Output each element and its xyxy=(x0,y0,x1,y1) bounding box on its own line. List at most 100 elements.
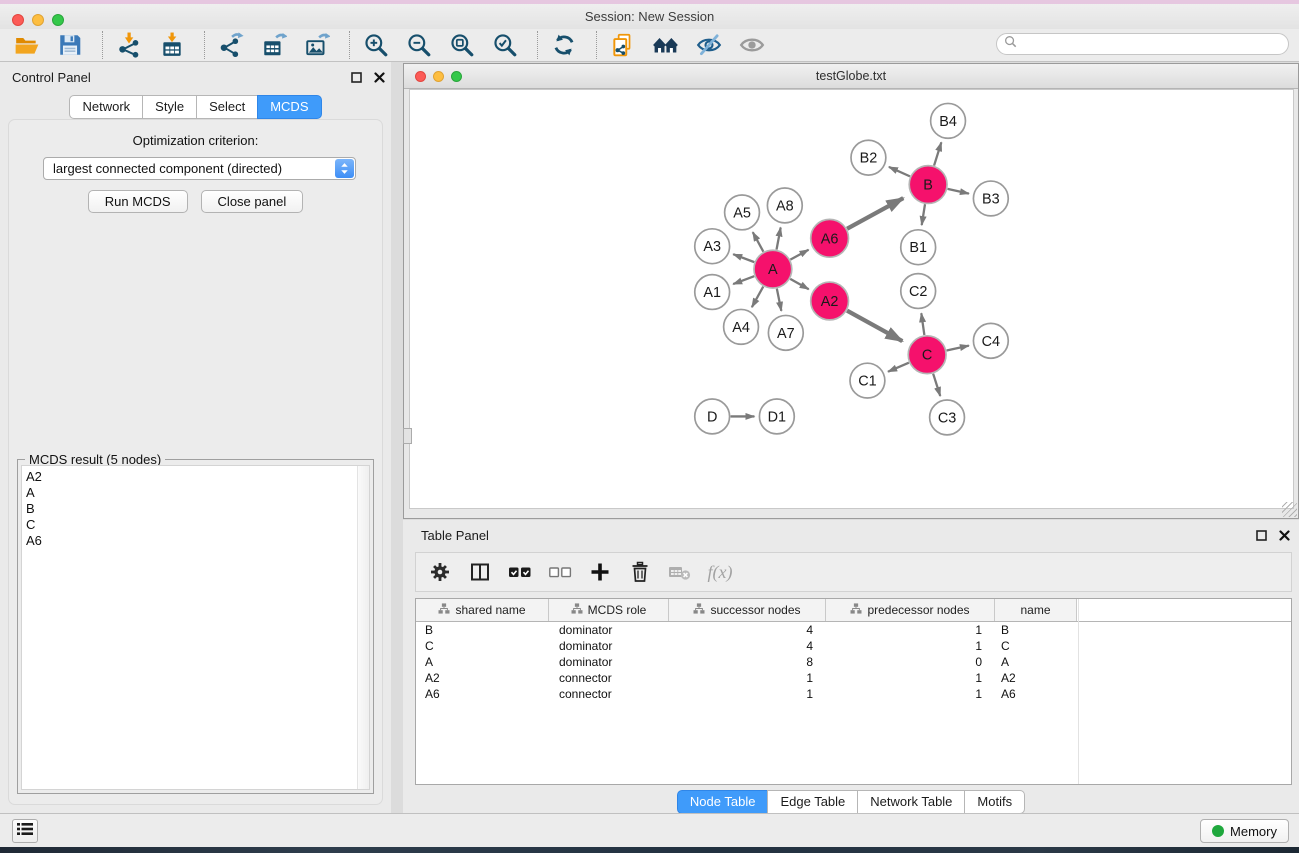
cell-predecessor-nodes[interactable]: 1 xyxy=(826,623,995,637)
hide-panel-icon[interactable] xyxy=(694,30,724,60)
float-table-panel-icon[interactable] xyxy=(1254,528,1268,542)
cell-predecessor-nodes[interactable]: 1 xyxy=(826,671,995,685)
home-icon[interactable] xyxy=(651,30,681,60)
graph-node-A7[interactable]: A7 xyxy=(768,315,803,350)
mcds-result-item[interactable]: A xyxy=(26,485,369,501)
cell-mcds-role[interactable]: dominator xyxy=(549,623,669,637)
graph-node-A[interactable]: A xyxy=(754,250,792,288)
graph-node-A4[interactable]: A4 xyxy=(724,309,759,344)
cell-name[interactable]: B xyxy=(995,623,1077,637)
mcds-result-item[interactable]: B xyxy=(26,501,369,517)
float-panel-icon[interactable] xyxy=(349,70,363,84)
export-table-icon[interactable] xyxy=(259,30,289,60)
zoom-fit-icon[interactable] xyxy=(447,30,477,60)
cell-predecessor-nodes[interactable]: 0 xyxy=(826,655,995,669)
graph-node-B2[interactable]: B2 xyxy=(851,140,886,175)
column-header-successor-nodes[interactable]: successor nodes xyxy=(669,599,826,621)
export-image-icon[interactable] xyxy=(302,30,332,60)
task-history-button[interactable] xyxy=(12,819,38,843)
resize-grip-icon[interactable] xyxy=(1282,502,1297,517)
tab-network[interactable]: Network xyxy=(69,95,143,119)
cell-name[interactable]: A2 xyxy=(995,671,1077,685)
run-mcds-button[interactable]: Run MCDS xyxy=(88,190,188,213)
mcds-result-list[interactable]: A2ABCA6 xyxy=(21,465,370,790)
close-panel-icon[interactable] xyxy=(372,70,386,84)
cell-shared-name[interactable]: C xyxy=(416,639,549,653)
column-header-name[interactable]: name xyxy=(995,599,1077,621)
graph-node-B4[interactable]: B4 xyxy=(931,103,966,138)
deselect-all-columns-icon[interactable] xyxy=(546,558,574,586)
graph-node-C1[interactable]: C1 xyxy=(850,363,885,398)
import-network-icon[interactable] xyxy=(114,30,144,60)
mcds-result-item[interactable]: A6 xyxy=(26,533,369,549)
table-row-B[interactable]: Bdominator41B xyxy=(416,622,1291,638)
column-header-shared-name[interactable]: shared name xyxy=(416,599,549,621)
table-row-C[interactable]: Cdominator41C xyxy=(416,638,1291,654)
tab-node-table[interactable]: Node Table xyxy=(677,790,769,814)
close-window-button[interactable] xyxy=(12,14,24,26)
graph-node-A1[interactable]: A1 xyxy=(695,275,730,310)
table-row-A2[interactable]: A2connector11A2 xyxy=(416,670,1291,686)
delete-table-icon[interactable] xyxy=(666,558,694,586)
cell-shared-name[interactable]: A6 xyxy=(416,687,549,701)
maximize-window-button[interactable] xyxy=(52,14,64,26)
add-column-icon[interactable] xyxy=(586,558,614,586)
scrollbar-track[interactable] xyxy=(357,466,369,789)
graph-node-B1[interactable]: B1 xyxy=(901,230,936,265)
cell-successor-nodes[interactable]: 4 xyxy=(669,639,826,653)
column-layout-icon[interactable] xyxy=(466,558,494,586)
cell-mcds-role[interactable]: connector xyxy=(549,687,669,701)
close-panel-button[interactable]: Close panel xyxy=(201,190,304,213)
column-header-mcds-role[interactable]: MCDS role xyxy=(549,599,669,621)
graph-node-A5[interactable]: A5 xyxy=(725,195,760,230)
table-settings-icon[interactable] xyxy=(426,558,454,586)
graph-node-C3[interactable]: C3 xyxy=(930,400,965,435)
graph-node-D[interactable]: D xyxy=(695,399,730,434)
network-minimize-button[interactable] xyxy=(433,71,444,82)
divider-grip[interactable] xyxy=(403,428,412,444)
export-network-icon[interactable] xyxy=(216,30,246,60)
refresh-icon[interactable] xyxy=(549,30,579,60)
graph-node-B3[interactable]: B3 xyxy=(973,181,1008,216)
cell-predecessor-nodes[interactable]: 1 xyxy=(826,639,995,653)
cell-shared-name[interactable]: B xyxy=(416,623,549,637)
table-row-A[interactable]: Adominator80A xyxy=(416,654,1291,670)
cell-predecessor-nodes[interactable]: 1 xyxy=(826,687,995,701)
cell-successor-nodes[interactable]: 8 xyxy=(669,655,826,669)
cell-successor-nodes[interactable]: 1 xyxy=(669,687,826,701)
graph-node-C[interactable]: C xyxy=(908,336,946,374)
mcds-result-item[interactable]: A2 xyxy=(26,469,369,485)
graph-node-D1[interactable]: D1 xyxy=(759,399,794,434)
cell-successor-nodes[interactable]: 4 xyxy=(669,623,826,637)
cell-name[interactable]: A6 xyxy=(995,687,1077,701)
cell-name[interactable]: A xyxy=(995,655,1077,669)
graph-node-A6[interactable]: A6 xyxy=(811,219,849,257)
memory-button[interactable]: Memory xyxy=(1200,819,1289,843)
tab-select[interactable]: Select xyxy=(196,95,258,119)
cell-shared-name[interactable]: A2 xyxy=(416,671,549,685)
mcds-result-item[interactable]: C xyxy=(26,517,369,533)
show-panel-icon[interactable] xyxy=(737,30,767,60)
search-input[interactable] xyxy=(1021,34,1288,54)
cell-mcds-role[interactable]: dominator xyxy=(549,639,669,653)
network-close-button[interactable] xyxy=(415,71,426,82)
cell-successor-nodes[interactable]: 1 xyxy=(669,671,826,685)
network-maximize-button[interactable] xyxy=(451,71,462,82)
cell-name[interactable]: C xyxy=(995,639,1077,653)
delete-column-icon[interactable] xyxy=(626,558,654,586)
tab-style[interactable]: Style xyxy=(142,95,197,119)
cell-mcds-role[interactable]: dominator xyxy=(549,655,669,669)
tab-network-table[interactable]: Network Table xyxy=(857,790,965,814)
clone-network-icon[interactable] xyxy=(608,30,638,60)
open-file-icon[interactable] xyxy=(12,30,42,60)
tab-motifs[interactable]: Motifs xyxy=(964,790,1025,814)
close-table-panel-icon[interactable] xyxy=(1277,528,1291,542)
network-canvas[interactable]: B4B2BB3A5A8A6B1A3AA1C2A2A4A7C4CC1C3DD1 xyxy=(409,89,1294,509)
table-row-A6[interactable]: A6connector11A6 xyxy=(416,686,1291,702)
zoom-out-icon[interactable] xyxy=(404,30,434,60)
tab-mcds[interactable]: MCDS xyxy=(257,95,321,119)
save-session-icon[interactable] xyxy=(55,30,85,60)
graph-node-C2[interactable]: C2 xyxy=(901,274,936,309)
graph-node-A8[interactable]: A8 xyxy=(767,188,802,223)
select-all-columns-icon[interactable] xyxy=(506,558,534,586)
